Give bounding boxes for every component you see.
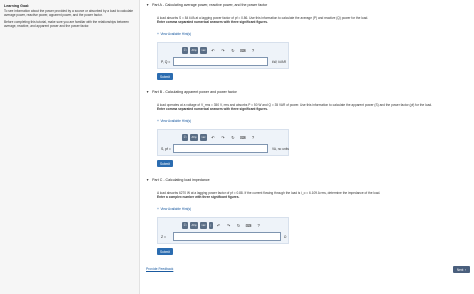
- help-icon[interactable]: ?: [249, 134, 257, 141]
- redo-icon[interactable]: ↷: [219, 47, 227, 54]
- part-b-answer-input[interactable]: [173, 144, 268, 153]
- keyboard-icon[interactable]: ⌨: [239, 47, 247, 54]
- part-c-instruction: Enter a complex number with three signif…: [157, 195, 240, 200]
- part-b-hint-link[interactable]: + View Available Hint(s): [157, 119, 191, 123]
- learning-goal-note: Before completing this tutorial, make su…: [4, 19, 129, 28]
- part-a-answer-label: P, Q =: [161, 60, 171, 64]
- reset-icon[interactable]: ↻: [229, 134, 237, 141]
- part-b-submit-button[interactable]: Submit: [157, 160, 173, 167]
- part-c-submit-button[interactable]: Submit: [157, 248, 173, 255]
- expand-plus-icon: +: [157, 119, 159, 123]
- chevron-right-icon: ›: [464, 267, 466, 272]
- vector-button[interactable]: vec: [200, 47, 208, 54]
- vector-button[interactable]: vec: [200, 134, 208, 141]
- undo-icon[interactable]: ↶: [209, 134, 217, 141]
- part-a-title: Part A - Calculating average power, reac…: [152, 2, 268, 7]
- part-c-answer-input[interactable]: [173, 232, 281, 241]
- learning-goal-text: To see information about the power provi…: [4, 9, 133, 18]
- part-a-hint-link[interactable]: + View Available Hint(s): [157, 32, 191, 36]
- templates-button[interactable]: √̅□: [182, 47, 188, 54]
- templates-button[interactable]: √̅□: [182, 134, 188, 141]
- keyboard-icon[interactable]: ⌨: [245, 222, 253, 229]
- part-b-instruction: Enter comma separated numerical answers …: [157, 107, 268, 112]
- expand-plus-icon: +: [157, 32, 159, 36]
- part-c: ▼ Part C - Calculating load impedance A …: [146, 177, 468, 257]
- part-b-header[interactable]: ▼ Part B - Calculating apparent power an…: [146, 89, 237, 94]
- undo-icon[interactable]: ↶: [215, 222, 223, 229]
- part-b-math-toolbar: √̅□ ΑΣφ vec ↶ ↷ ↻ ⌨ ?: [182, 133, 257, 142]
- part-a-unit: kW, kVAR: [272, 60, 287, 64]
- keyboard-icon[interactable]: ⌨: [239, 134, 247, 141]
- undo-icon[interactable]: ↶: [209, 47, 217, 54]
- part-b-unit: VA, no units: [272, 147, 289, 151]
- symbols-button[interactable]: ΑΣφ: [190, 222, 199, 229]
- collapse-caret-icon[interactable]: ▼: [146, 3, 149, 7]
- part-c-unit: Ω: [284, 235, 287, 239]
- symbols-button[interactable]: ΑΣφ: [190, 134, 199, 141]
- reset-icon[interactable]: ↻: [229, 47, 237, 54]
- part-c-title: Part C - Calculating load impedance: [152, 177, 210, 182]
- part-c-math-toolbar: √̅□ ΑΣφ vec j ↶ ↷ ↻ ⌨ ?: [182, 221, 263, 230]
- collapse-caret-icon[interactable]: ▼: [146, 178, 149, 182]
- part-c-answer-box: √̅□ ΑΣφ vec j ↶ ↷ ↻ ⌨ ? Z = Ω: [157, 217, 289, 244]
- redo-icon[interactable]: ↷: [225, 222, 233, 229]
- part-a-problem: A load absorbs S = 84 kVA at a lagging p…: [157, 16, 369, 25]
- expand-plus-icon: +: [157, 207, 159, 211]
- part-a-instruction: Enter comma separated numerical answers …: [157, 20, 268, 25]
- part-a-header[interactable]: ▼ Part A - Calculating average power, re…: [146, 2, 267, 7]
- part-a-answer-box: √̅□ ΑΣφ vec ↶ ↷ ↻ ⌨ ? P, Q = kW, kVAR: [157, 42, 289, 69]
- part-b-answer-box: √̅□ ΑΣφ vec ↶ ↷ ↻ ⌨ ? S, pf = VA, no uni…: [157, 129, 289, 156]
- provide-feedback-link[interactable]: Provide Feedback: [146, 267, 173, 271]
- collapse-caret-icon[interactable]: ▼: [146, 90, 149, 94]
- part-a-math-toolbar: √̅□ ΑΣφ vec ↶ ↷ ↻ ⌨ ?: [182, 46, 257, 55]
- templates-button[interactable]: √̅□: [182, 222, 188, 229]
- part-c-problem: A load absorbs 6270 W at a lagging power…: [157, 191, 381, 200]
- part-b-answer-label: S, pf =: [161, 147, 171, 151]
- problem-area: ▼ Part A - Calculating average power, re…: [140, 0, 474, 294]
- part-b-problem: A load operates at a voltage of V_rms = …: [157, 103, 433, 112]
- help-icon[interactable]: ?: [255, 222, 263, 229]
- learning-goal-panel: Learning Goal: To see information about …: [0, 0, 140, 294]
- help-icon[interactable]: ?: [249, 47, 257, 54]
- part-c-header[interactable]: ▼ Part C - Calculating load impedance: [146, 177, 210, 182]
- part-a-submit-button[interactable]: Submit: [157, 73, 173, 80]
- next-button-label: Next: [456, 267, 464, 272]
- reset-icon[interactable]: ↻: [235, 222, 243, 229]
- complex-j-button[interactable]: j: [209, 222, 213, 229]
- part-c-answer-label: Z =: [161, 235, 166, 239]
- symbols-button[interactable]: ΑΣφ: [190, 47, 199, 54]
- part-b-title: Part B - Calculating apparent power and …: [152, 89, 237, 94]
- vector-button[interactable]: vec: [200, 222, 208, 229]
- redo-icon[interactable]: ↷: [219, 134, 227, 141]
- part-c-hint-link[interactable]: + View Available Hint(s): [157, 207, 191, 211]
- next-button[interactable]: Next ›: [452, 266, 470, 273]
- part-a-answer-input[interactable]: [173, 57, 268, 66]
- part-a: ▼ Part A - Calculating average power, re…: [146, 2, 468, 80]
- part-b: ▼ Part B - Calculating apparent power an…: [146, 89, 468, 169]
